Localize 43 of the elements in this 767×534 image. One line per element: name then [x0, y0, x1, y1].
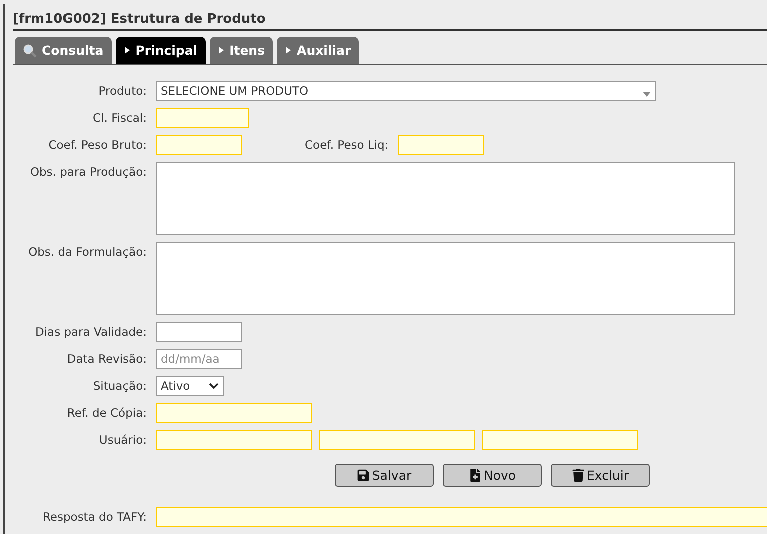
caret-icon	[643, 92, 651, 97]
field-label: Data Revisão:	[66, 351, 147, 366]
dropdown-field[interactable]: Ativo	[156, 376, 224, 396]
delete-button[interactable]: Excluir	[551, 464, 650, 487]
tab[interactable]: Principal	[116, 37, 206, 64]
field-label: Produto:	[98, 83, 147, 98]
input-field[interactable]	[319, 430, 475, 450]
search-icon	[23, 44, 37, 58]
text-area[interactable]	[156, 242, 735, 315]
window-title: [frm10G002] Estrutura de Produto	[13, 12, 767, 31]
input-field[interactable]	[482, 430, 638, 450]
dropdown-field[interactable]: SELECIONE UM PRODUTO	[156, 81, 656, 101]
input-field[interactable]	[156, 507, 767, 527]
field-label: Dias para Validade:	[34, 324, 147, 339]
field-label: Situação:	[92, 378, 147, 393]
chevron-icon	[209, 383, 219, 390]
field-label: Cl. Fiscal:	[92, 110, 147, 125]
field-label: Usuário:	[98, 432, 147, 447]
input-field[interactable]	[156, 108, 249, 128]
input-field[interactable]	[156, 403, 312, 423]
field-label: Obs. da Formulação:	[28, 244, 147, 259]
field-label: Obs. para Produção:	[29, 164, 147, 179]
input-field[interactable]	[156, 322, 242, 342]
field-label: Coef. Peso Liq:	[305, 137, 389, 152]
tab[interactable]: Auxiliar	[277, 37, 360, 64]
field-label: Resposta do TAFY:	[42, 509, 147, 526]
field-label: Ref. de Cópia:	[66, 405, 147, 420]
input-field[interactable]	[156, 135, 242, 155]
tab[interactable]: Itens	[210, 37, 274, 64]
caret-icon	[218, 47, 225, 54]
tab[interactable]: Consulta	[15, 37, 112, 64]
text-area[interactable]	[156, 162, 735, 235]
caret-icon	[124, 47, 131, 54]
input-field[interactable]	[156, 430, 312, 450]
file-plus-icon	[468, 469, 482, 482]
input-field[interactable]	[398, 135, 484, 155]
floppy-icon	[357, 469, 370, 482]
save-button[interactable]: Salvar	[335, 464, 434, 487]
input-field[interactable]: dd/mm/aa	[156, 349, 242, 369]
caret-icon	[285, 47, 292, 54]
new-button[interactable]: Novo	[443, 464, 542, 487]
field-label: Coef. Peso Bruto:	[48, 137, 147, 152]
trash-icon	[572, 469, 586, 482]
